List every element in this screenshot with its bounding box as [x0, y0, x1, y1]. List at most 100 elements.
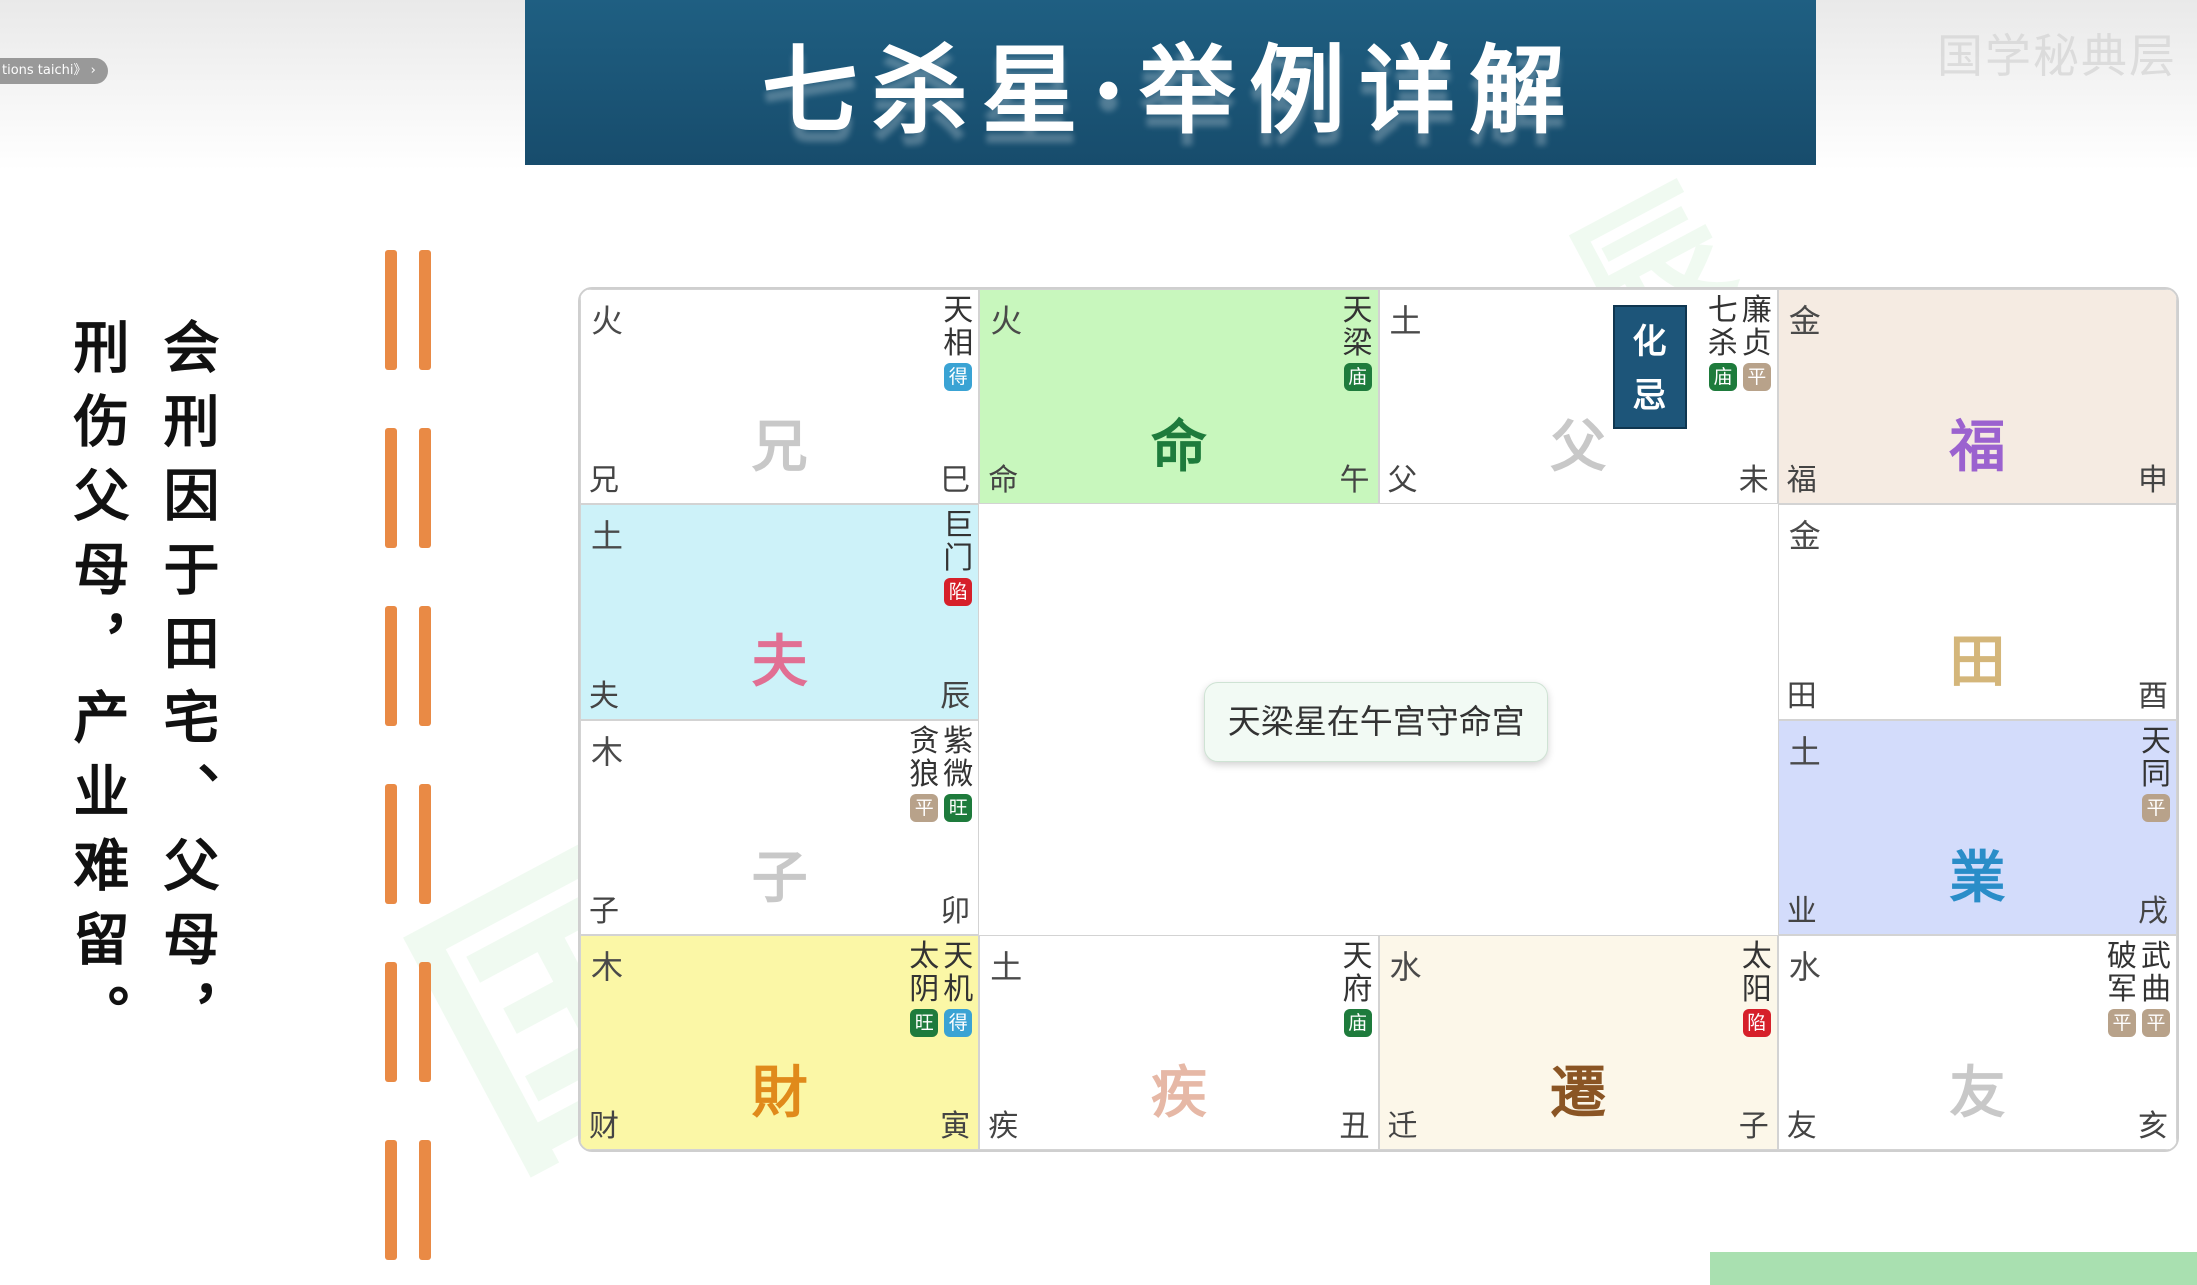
- palace-short-label: 夫: [589, 678, 619, 714]
- palace-short-label: 田: [1786, 678, 1817, 714]
- palace-stars: 天府庙: [1342, 940, 1374, 1037]
- brightness-badge: 得: [944, 1008, 973, 1037]
- star: 巨门陷: [942, 509, 974, 607]
- star-name-char: 阴: [909, 971, 940, 1007]
- palace-branch: 戌: [2138, 893, 2168, 929]
- brightness-badge: 平: [910, 793, 939, 822]
- palace-cell[interactable]: 水遷迁 子 太阳陷: [1378, 934, 1778, 1150]
- palace-branch: 亥: [2138, 1109, 2168, 1144]
- decorative-bars: [385, 250, 431, 1260]
- palace-cell[interactable]: 土父父未廉贞平七杀庙化忌: [1378, 289, 1778, 505]
- star-name-char: 贞: [1741, 326, 1772, 361]
- palace-cell[interactable]: 火兄兄巳天相得: [580, 289, 980, 505]
- star-name-char: 梁: [1342, 326, 1373, 361]
- star-name-char: 天: [943, 293, 974, 328]
- brightness-badge: 庙: [1708, 363, 1737, 391]
- star: 廉贞平: [1741, 294, 1773, 391]
- palace-element: 木: [591, 947, 624, 986]
- palace-element: 土: [1389, 302, 1422, 340]
- star: 武曲平: [2140, 940, 2172, 1037]
- palace-branch: 寅: [940, 1109, 971, 1144]
- palace-short-label: 迁: [1387, 1109, 1418, 1144]
- star-name-char: 贪: [909, 723, 940, 759]
- star-name-char: 狼: [909, 756, 940, 792]
- palace-stars: 紫微旺贪狼平: [908, 725, 974, 822]
- palace-cell[interactable]: 木財财 寅 天机得太阴旺: [580, 934, 980, 1150]
- palace-branch: 申: [2138, 463, 2168, 499]
- center-label[interactable]: 天梁星在午宫守命宫: [1204, 682, 1549, 763]
- palace-big-label: 子: [751, 844, 808, 911]
- palace-cell[interactable]: 土夫夫辰巨门陷: [580, 504, 980, 720]
- palace-big-label: 疾: [1150, 1059, 1207, 1126]
- palace-cell[interactable]: 金福福申: [1777, 289, 2177, 505]
- brightness-badge: 得: [944, 363, 973, 391]
- star: 天机得: [942, 940, 974, 1037]
- palace-branch: 丑: [1339, 1109, 1370, 1144]
- star-name-char: 曲: [2141, 971, 2171, 1007]
- palace-branch: 辰: [940, 678, 971, 714]
- star: 天梁庙: [1342, 294, 1374, 391]
- palace-element: 水: [1389, 947, 1422, 986]
- source-tag[interactable]: tions taichi》 ›: [0, 58, 108, 84]
- palace-branch: 午: [1339, 463, 1370, 499]
- star-name-char: 天: [1342, 293, 1373, 328]
- hua-ji-char: 忌: [1632, 376, 1667, 416]
- palace-stars: 太阳陷: [1741, 940, 1773, 1037]
- palace-short-label: 业: [1786, 893, 1817, 929]
- brightness-badge: 陷: [1742, 1008, 1771, 1037]
- star: 贪狼平: [908, 725, 940, 822]
- palace-big-label: 財: [751, 1059, 808, 1126]
- palace-element: 火: [990, 302, 1023, 340]
- star: 太阳陷: [1741, 940, 1773, 1037]
- star-name-char: 廉: [1741, 293, 1772, 328]
- brightness-badge: 平: [1742, 363, 1771, 391]
- palace-stars: 天相得: [942, 294, 974, 391]
- bar-pair: [385, 784, 431, 904]
- brightness-badge: 平: [2142, 1008, 2170, 1037]
- brightness-badge: 旺: [910, 1008, 939, 1037]
- palace-short-label: 子: [589, 893, 619, 929]
- corner-watermark: 国学秘典层: [1937, 29, 2177, 83]
- palace-branch: 巳: [940, 463, 971, 499]
- palace-stars: 巨门陷: [942, 509, 974, 607]
- vertical-text: 会刑因于田宅、父母，刑伤父母，产业难留。: [64, 318, 220, 1058]
- bottom-green-strip: [1710, 1252, 2197, 1285]
- palace-stars: 天梁庙: [1342, 294, 1374, 391]
- star: 太阴旺: [908, 940, 940, 1037]
- palace-element: 水: [1788, 947, 1821, 986]
- star: 天相得: [942, 294, 974, 391]
- star-name-char: 太: [1741, 938, 1772, 974]
- palace-short-label: 财: [589, 1109, 619, 1144]
- star-name-char: 杀: [1707, 326, 1738, 361]
- palace-stars: 天机得太阴旺: [908, 940, 974, 1037]
- palace-cell[interactable]: 火命命午天梁庙: [979, 289, 1379, 505]
- palace-big-label: 父: [1550, 414, 1607, 480]
- star: 天同平: [2140, 725, 2172, 822]
- star: 破军平: [2106, 940, 2138, 1037]
- palace-element: 土: [591, 517, 624, 556]
- palace-short-label: 父: [1387, 463, 1418, 499]
- palace-big-label: 命: [1150, 414, 1207, 480]
- palace-cell[interactable]: 土疾疾丑天府庙: [979, 934, 1379, 1150]
- palace-big-label: 福: [1949, 414, 2006, 480]
- brightness-badge: 庙: [1343, 1008, 1372, 1037]
- star-name-char: 门: [943, 541, 974, 577]
- star: 七杀庙: [1707, 294, 1739, 391]
- palace-big-label: 夫: [751, 629, 808, 696]
- palace-element: 金: [1788, 517, 1821, 556]
- palace-cell[interactable]: 木子子卯紫微旺贪狼平: [580, 719, 980, 935]
- palace-element: 金: [1788, 302, 1821, 340]
- star-name-char: 太: [909, 938, 940, 974]
- palace-short-label: 友: [1786, 1109, 1817, 1144]
- palace-cell[interactable]: 土業业 戌 天同平: [1777, 719, 2177, 935]
- star-name-char: 阳: [1741, 971, 1772, 1007]
- star-name-char: 同: [2141, 756, 2171, 792]
- palace-branch: 卯: [940, 893, 971, 929]
- palace-big-label: 友: [1949, 1059, 2006, 1126]
- brightness-badge: 平: [2108, 1008, 2136, 1037]
- palace-cell[interactable]: 金田田酉: [1777, 504, 2177, 720]
- palace-cell[interactable]: 水友友亥武曲平破军平: [1777, 934, 2177, 1150]
- star-name-char: 天: [1342, 938, 1373, 974]
- star: 紫微旺: [942, 725, 974, 822]
- palace-element: 火: [591, 302, 624, 340]
